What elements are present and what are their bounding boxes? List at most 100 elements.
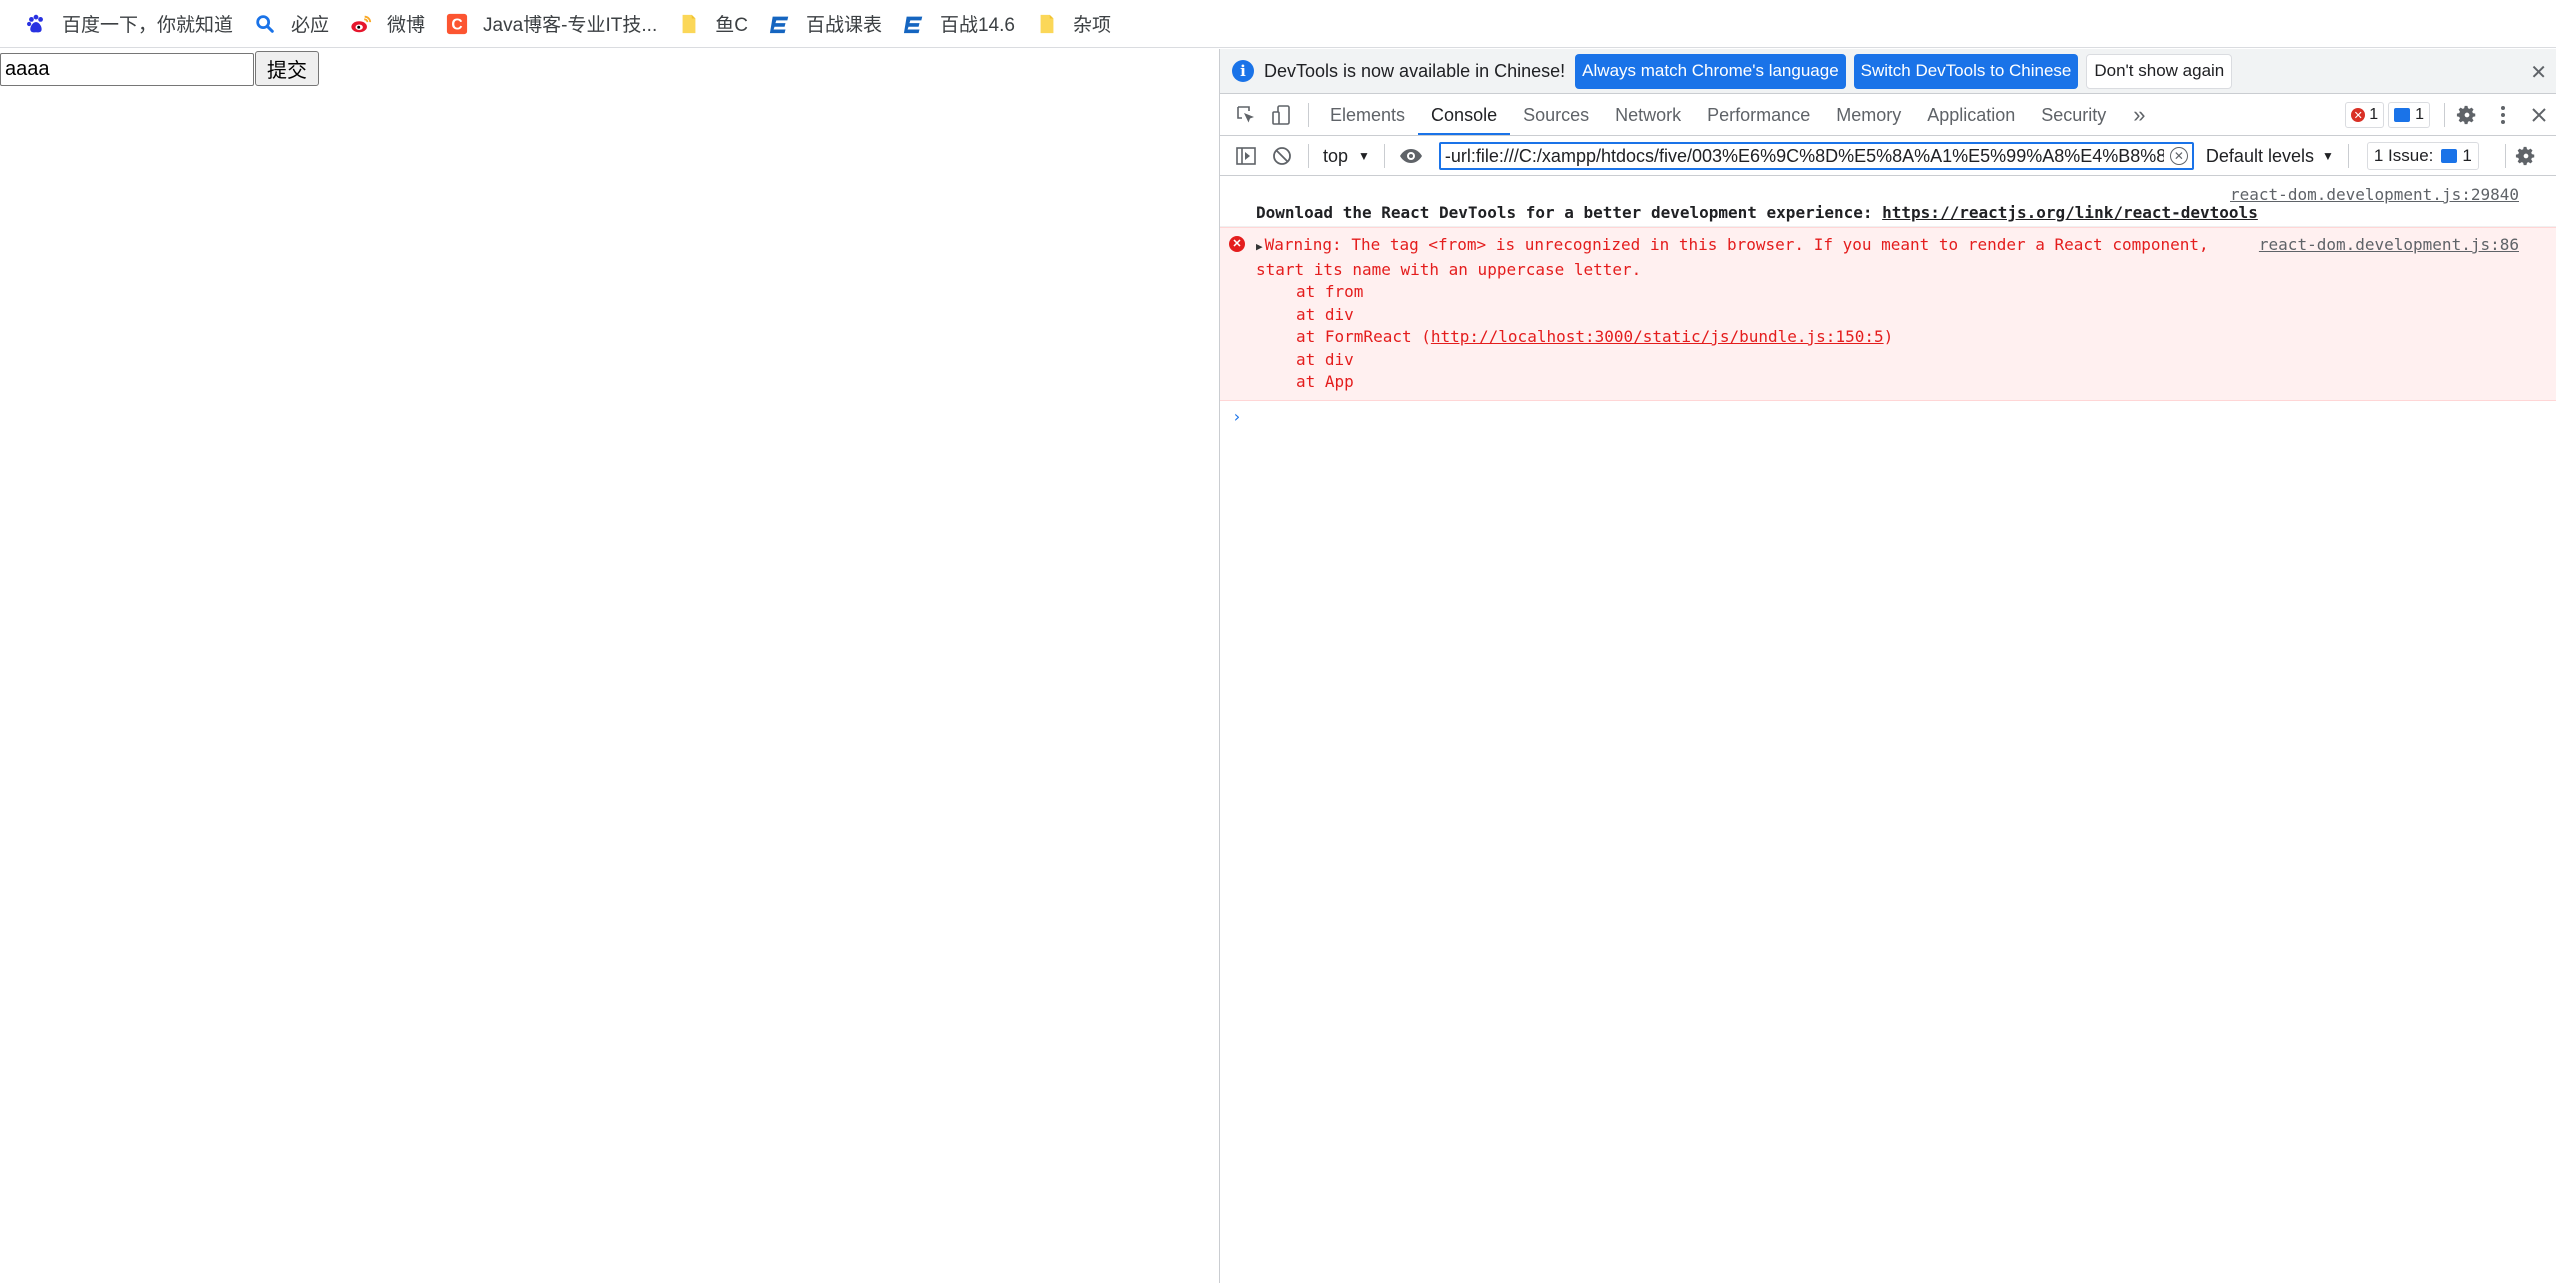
react-devtools-link[interactable]: https://reactjs.org/link/react-devtools bbox=[1882, 203, 2258, 222]
bookmark-label: 百战14.6 bbox=[939, 15, 1015, 36]
bookmark-baizhan-schedule[interactable]: 百战课表 bbox=[762, 4, 896, 44]
close-devtools-icon[interactable] bbox=[2521, 95, 2556, 135]
bookmark-label: Java博客-专业IT技... bbox=[483, 15, 658, 36]
message-count: 1 bbox=[2415, 106, 2424, 123]
tab-application[interactable]: Application bbox=[1914, 95, 2028, 135]
context-selector[interactable]: top ▼ bbox=[1317, 146, 1376, 167]
tab-memory[interactable]: Memory bbox=[1823, 95, 1914, 135]
folder-icon bbox=[677, 12, 701, 36]
issues-label: 1 Issue: bbox=[2373, 146, 2434, 165]
bookmarks-bar: 百度一下，你就知道 必应 微博 C Java博客-专业IT技... 鱼C 百战课… bbox=[0, 0, 2556, 48]
source-link[interactable]: react-dom.development.js:86 bbox=[2259, 234, 2519, 257]
bookmark-bing[interactable]: 必应 bbox=[247, 4, 343, 44]
tab-sources[interactable]: Sources bbox=[1510, 95, 1602, 135]
baizhan-icon bbox=[902, 12, 926, 36]
warning-line-2: start its name with an uppercase letter. bbox=[1256, 259, 1642, 279]
stack-frame: at div bbox=[1296, 304, 1354, 324]
devtools-panel: i DevTools is now available in Chinese! … bbox=[1219, 49, 2556, 1283]
clear-console-icon[interactable] bbox=[1264, 136, 1300, 176]
tabbar-right: ✕ 1 1 bbox=[2345, 95, 2556, 135]
source-row: react-dom.development.js:29840 bbox=[1256, 185, 2519, 205]
message-icon bbox=[2441, 149, 2458, 163]
console-prompt[interactable]: › bbox=[1220, 401, 2556, 426]
more-tabs-button[interactable]: » bbox=[2119, 95, 2159, 135]
issues-button[interactable]: 1 Issue: 1 bbox=[2366, 142, 2479, 170]
bookmark-baidu[interactable]: 百度一下，你就知道 bbox=[18, 4, 247, 44]
folder-icon bbox=[1035, 12, 1059, 36]
stack-frame: at div bbox=[1296, 349, 1354, 369]
console-toolbar: top ▼ ✕ Default levels ▼ 1 Issue: 1 bbox=[1220, 137, 2556, 176]
bookmark-label: 杂项 bbox=[1072, 15, 1111, 36]
live-expression-eye-icon[interactable] bbox=[1393, 136, 1429, 176]
svg-text:C: C bbox=[451, 16, 462, 33]
console-output: react-dom.development.js:29840 Download … bbox=[1220, 177, 2556, 1283]
info-icon: i bbox=[1232, 60, 1254, 82]
tab-console[interactable]: Console bbox=[1418, 95, 1511, 135]
log-levels-dropdown[interactable]: Default levels ▼ bbox=[2206, 146, 2334, 167]
toolbar-divider bbox=[1383, 144, 1385, 168]
tab-elements[interactable]: Elements bbox=[1317, 95, 1418, 135]
stack-frame-suffix: ) bbox=[1883, 327, 1894, 346]
toolbar-divider bbox=[2504, 144, 2506, 168]
bing-search-icon bbox=[253, 12, 277, 36]
bookmark-baizhan-146[interactable]: 百战14.6 bbox=[896, 4, 1029, 44]
filter-wrapper: ✕ bbox=[1429, 142, 2194, 170]
stack-frame: at from bbox=[1296, 282, 1364, 301]
page-viewport: 提交 bbox=[0, 49, 1219, 1283]
bookmark-label: 必应 bbox=[291, 15, 330, 36]
bundle-link[interactable]: http://localhost:3000/static/js/bundle.j… bbox=[1431, 327, 1884, 346]
toolbar-divider bbox=[1308, 144, 1309, 168]
dont-show-again-button[interactable]: Don't show again bbox=[2086, 53, 2233, 89]
close-icon[interactable]: ✕ bbox=[2530, 60, 2547, 85]
stack-frame: at App bbox=[1296, 372, 1354, 391]
infobar-text: DevTools is now available in Chinese! bbox=[1264, 60, 1566, 81]
tab-network[interactable]: Network bbox=[1602, 95, 1694, 135]
message-icon bbox=[2394, 108, 2411, 122]
bookmark-folder-misc[interactable]: 杂项 bbox=[1029, 4, 1125, 44]
baizhan-icon bbox=[768, 12, 792, 36]
inspect-element-icon[interactable] bbox=[1228, 95, 1264, 135]
settings-gear-icon[interactable] bbox=[2449, 95, 2485, 135]
language-infobar: i DevTools is now available in Chinese! … bbox=[1220, 49, 2556, 94]
csdn-c-icon: C bbox=[445, 12, 469, 36]
bookmark-label: 微博 bbox=[387, 15, 426, 36]
bookmark-weibo[interactable]: 微博 bbox=[343, 4, 439, 44]
context-label: top bbox=[1323, 145, 1349, 166]
expand-triangle-icon[interactable]: ▶ bbox=[1256, 240, 1263, 253]
submit-button[interactable]: 提交 bbox=[255, 51, 319, 86]
console-settings-gear-icon[interactable] bbox=[2508, 136, 2544, 176]
kebab-menu-icon[interactable] bbox=[2485, 95, 2521, 135]
tab-performance[interactable]: Performance bbox=[1694, 95, 1823, 135]
info-text: Download the React DevTools for a better… bbox=[1256, 203, 1883, 222]
error-count-badge[interactable]: ✕ 1 bbox=[2345, 102, 2385, 128]
issues-count: 1 bbox=[2462, 146, 2472, 165]
bookmark-label: 百度一下，你就知道 bbox=[62, 15, 234, 36]
info-text-row: Download the React DevTools for a better… bbox=[1256, 203, 2519, 222]
error-count: 1 bbox=[2369, 106, 2379, 123]
console-filter-input[interactable] bbox=[1438, 142, 2194, 170]
dropdown-arrow-icon: ▼ bbox=[1358, 149, 1370, 163]
stack-trace: at from at div at FormReact (http://loca… bbox=[1256, 281, 2519, 394]
sidebar-toggle-icon[interactable] bbox=[1228, 136, 1264, 176]
devtools-tabbar: Elements Console Sources Network Perform… bbox=[1220, 95, 2556, 136]
stack-frame-prefix: at FormReact ( bbox=[1296, 327, 1431, 346]
tab-security[interactable]: Security bbox=[2028, 95, 2119, 135]
bookmark-csdn[interactable]: C Java博客-专业IT技... bbox=[439, 4, 671, 44]
warning-text: Warning: The tag <from> is unrecognized … bbox=[1264, 235, 2209, 254]
clear-filter-icon[interactable]: ✕ bbox=[2169, 147, 2188, 165]
bookmark-folder-yuc[interactable]: 鱼C bbox=[671, 4, 762, 44]
console-message-error: ✕ react-dom.development.js:86 ▶ Warning: … bbox=[1220, 227, 2556, 401]
message-count-badge[interactable]: 1 bbox=[2388, 102, 2430, 128]
source-link[interactable]: react-dom.development.js:29840 bbox=[2230, 185, 2519, 204]
stack-frame-formreact: at FormReact (http://localhost:3000/stat… bbox=[1296, 326, 2519, 349]
device-toolbar-icon[interactable] bbox=[1264, 95, 1300, 135]
match-language-button[interactable]: Always match Chrome's language bbox=[1575, 53, 1846, 89]
bookmark-label: 鱼C bbox=[715, 15, 748, 36]
console-message-info: react-dom.development.js:29840 Download … bbox=[1220, 177, 2556, 227]
error-icon: ✕ bbox=[2351, 108, 2366, 122]
weibo-icon bbox=[349, 12, 373, 36]
toolbar-divider bbox=[1308, 103, 1309, 127]
prompt-chevron-icon: › bbox=[1232, 406, 1242, 426]
switch-chinese-button[interactable]: Switch DevTools to Chinese bbox=[1853, 53, 2079, 89]
text-input[interactable] bbox=[0, 53, 254, 86]
